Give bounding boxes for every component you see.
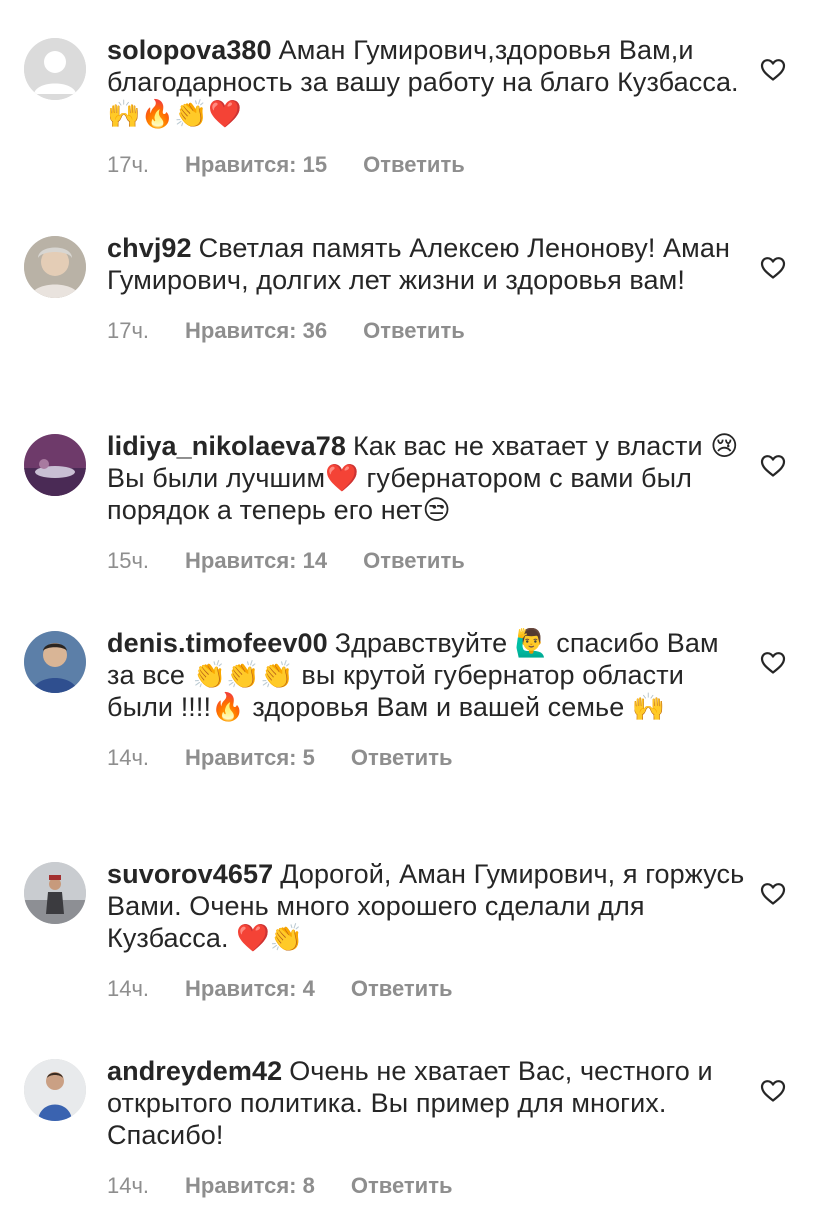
user-photo (24, 1059, 86, 1121)
comment-text-block: suvorov4657 Дорогой, Аман Гумирович, я го… (107, 858, 747, 954)
reply-button[interactable]: Ответить (363, 318, 465, 344)
comment-meta: 17ч. Нравится: 15 Ответить (107, 150, 747, 180)
reply-button[interactable]: Ответить (363, 548, 465, 574)
heart-outline-icon (760, 1080, 786, 1102)
comment-time[interactable]: 17ч. (107, 318, 185, 344)
comment-meta: 17ч. Нравится: 36 Ответить (107, 316, 747, 346)
reply-button[interactable]: Ответить (351, 745, 453, 771)
comment-time[interactable]: 15ч. (107, 548, 185, 574)
reply-button[interactable]: Ответить (351, 1173, 453, 1199)
avatar[interactable] (24, 1059, 86, 1121)
comment-body: lidiya_nikolaeva78 Как вас не хватает у в… (107, 430, 747, 576)
comment-likes[interactable]: Нравится: 36 (185, 318, 327, 344)
comment-text-block: solopova380 Аман Гумирович,здоровья Вам,и… (107, 34, 747, 130)
heart-outline-icon (760, 455, 786, 477)
comment-username[interactable]: chvj92 (107, 233, 192, 263)
comment-body: chvj92 Светлая память Алексею Ленонову! А… (107, 232, 747, 346)
comment-text-block: lidiya_nikolaeva78 Как вас не хватает у в… (107, 430, 747, 526)
comment-text-block: denis.timofeev00 Здравствуйте 🙋‍♂️ спасиб… (107, 627, 747, 723)
comments-list: solopova380 Аман Гумирович,здоровья Вам,и… (0, 0, 828, 1210)
user-photo (24, 236, 86, 298)
comment-text-block: chvj92 Светлая память Алексею Ленонову! А… (107, 232, 747, 296)
heart-outline-icon (760, 257, 786, 279)
comment-text: Светлая память Алексею Ленонову! Аман Гу… (107, 233, 730, 295)
heart-outline-icon (760, 652, 786, 674)
comment-time[interactable]: 14ч. (107, 1173, 185, 1199)
user-photo (24, 862, 86, 924)
comment-likes[interactable]: Нравится: 8 (185, 1173, 315, 1199)
comment-time[interactable]: 17ч. (107, 152, 185, 178)
like-button[interactable] (760, 651, 786, 675)
comment-username[interactable]: denis.timofeev00 (107, 628, 328, 658)
comment-body: solopova380 Аман Гумирович,здоровья Вам,и… (107, 34, 747, 180)
comment-likes[interactable]: Нравится: 5 (185, 745, 315, 771)
comment-username[interactable]: suvorov4657 (107, 859, 273, 889)
user-photo (24, 434, 86, 496)
comment-meta: 14ч. Нравится: 4 Ответить (107, 974, 747, 1004)
comment-time[interactable]: 14ч. (107, 976, 185, 1002)
avatar[interactable] (24, 38, 86, 100)
comment-body: suvorov4657 Дорогой, Аман Гумирович, я го… (107, 858, 747, 1004)
like-button[interactable] (760, 1079, 786, 1103)
default-avatar-icon (24, 38, 86, 100)
comment-time[interactable]: 14ч. (107, 745, 185, 771)
avatar[interactable] (24, 434, 86, 496)
comment-username[interactable]: lidiya_nikolaeva78 (107, 431, 346, 461)
avatar[interactable] (24, 631, 86, 693)
like-button[interactable] (760, 58, 786, 82)
like-button[interactable] (760, 454, 786, 478)
like-button[interactable] (760, 882, 786, 906)
heart-outline-icon (760, 883, 786, 905)
comment-meta: 14ч. Нравится: 8 Ответить (107, 1171, 747, 1201)
reply-button[interactable]: Ответить (351, 976, 453, 1002)
heart-outline-icon (760, 59, 786, 81)
comment-body: andreydem42 Очень не хватает Вас, честног… (107, 1055, 747, 1201)
reply-button[interactable]: Ответить (363, 152, 465, 178)
comment-meta: 15ч. Нравится: 14 Ответить (107, 546, 747, 576)
user-photo (24, 631, 86, 693)
comment-username[interactable]: andreydem42 (107, 1056, 282, 1086)
comment-meta: 14ч. Нравится: 5 Ответить (107, 743, 747, 773)
comment-likes[interactable]: Нравится: 14 (185, 548, 327, 574)
comment-username[interactable]: solopova380 (107, 35, 272, 65)
comment-likes[interactable]: Нравится: 15 (185, 152, 327, 178)
comment-body: denis.timofeev00 Здравствуйте 🙋‍♂️ спасиб… (107, 627, 747, 773)
like-button[interactable] (760, 256, 786, 280)
comment-likes[interactable]: Нравится: 4 (185, 976, 315, 1002)
avatar[interactable] (24, 236, 86, 298)
avatar[interactable] (24, 862, 86, 924)
comment-text-block: andreydem42 Очень не хватает Вас, честног… (107, 1055, 747, 1151)
